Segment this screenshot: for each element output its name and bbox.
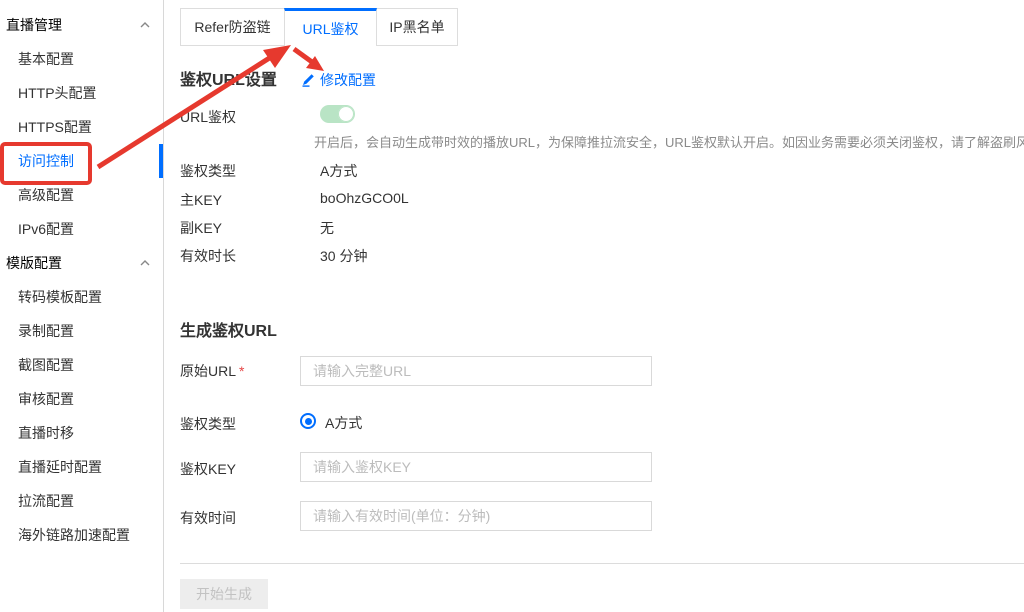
sidebar-item-label: 录制配置	[18, 321, 74, 341]
sidebar-item-label: 截图配置	[18, 355, 74, 375]
valid-time-input[interactable]	[300, 501, 652, 531]
tab-referer-antileech[interactable]: Refer防盗链	[180, 8, 285, 46]
tab-url-auth[interactable]: URL鉴权	[284, 8, 377, 46]
toggle-knob	[338, 106, 354, 122]
backup-key-value: 无	[320, 218, 334, 238]
sidebar-item-label: 访问控制	[18, 151, 74, 171]
sidebar-item-time-shift[interactable]: 直播时移	[0, 416, 163, 450]
original-url-input[interactable]	[300, 356, 652, 386]
auth-type-option-label: A方式	[325, 413, 362, 433]
chevron-up-icon	[139, 19, 151, 31]
validity-duration-label: 有效时长	[180, 246, 236, 266]
sidebar-item-advanced-config[interactable]: 高级配置	[0, 178, 163, 212]
auth-key-input[interactable]	[300, 452, 652, 482]
original-url-label-text: 原始URL	[180, 363, 236, 379]
tab-label: IP黑名单	[389, 17, 444, 37]
sidebar-group-label: 直播管理	[6, 15, 62, 35]
sidebar-item-label: HTTPS配置	[18, 117, 92, 137]
generate-auth-url-title: 生成鉴权URL	[180, 317, 277, 341]
sidebar-item-basic-config[interactable]: 基本配置	[0, 42, 163, 76]
footer-divider	[180, 563, 1024, 564]
valid-time-label: 有效时间	[180, 508, 236, 528]
sidebar: 直播管理 基本配置 HTTP头配置 HTTPS配置 访问控制 高级配置 IPv6…	[0, 0, 164, 612]
annotation-arrow-to-edit-link	[294, 49, 324, 71]
tab-ip-blacklist[interactable]: IP黑名单	[376, 8, 458, 46]
sidebar-item-review-config[interactable]: 审核配置	[0, 382, 163, 416]
radio-dot	[305, 418, 312, 425]
sidebar-item-label: IPv6配置	[18, 219, 74, 239]
auth-type-radio[interactable]	[300, 413, 316, 429]
sidebar-item-label: 直播延时配置	[18, 457, 102, 477]
sidebar-item-label: 高级配置	[18, 185, 74, 205]
auth-type-label: 鉴权类型	[180, 161, 236, 181]
edit-pencil-icon	[301, 73, 315, 87]
main-key-label: 主KEY	[180, 190, 222, 210]
gen-auth-type-label: 鉴权类型	[180, 414, 236, 434]
validity-duration-value: 30 分钟	[320, 246, 367, 266]
sidebar-item-label: 转码模板配置	[18, 287, 102, 307]
auth-key-label: 鉴权KEY	[180, 459, 236, 479]
original-url-label: 原始URL*	[180, 361, 244, 381]
sidebar-group-label: 模版配置	[6, 253, 62, 273]
auth-url-settings-title: 鉴权URL设置	[180, 66, 277, 90]
sidebar-item-transcode-template[interactable]: 转码模板配置	[0, 280, 163, 314]
tab-label: URL鉴权	[302, 19, 358, 39]
main-key-value: boOhzGCO0L	[320, 190, 409, 206]
sidebar-item-screenshot-config[interactable]: 截图配置	[0, 348, 163, 382]
edit-config-label: 修改配置	[320, 70, 376, 90]
sidebar-item-label: HTTP头配置	[18, 83, 97, 103]
tab-label: Refer防盗链	[194, 17, 270, 37]
sidebar-group-template-config[interactable]: 模版配置	[0, 246, 163, 280]
sidebar-item-label: 基本配置	[18, 49, 74, 69]
url-auth-label: URL鉴权	[180, 107, 236, 127]
sidebar-item-label: 直播时移	[18, 423, 74, 443]
chevron-up-icon	[139, 257, 151, 269]
sidebar-item-ipv6-config[interactable]: IPv6配置	[0, 212, 163, 246]
sidebar-item-access-control[interactable]: 访问控制	[0, 144, 163, 178]
sidebar-item-http-header-config[interactable]: HTTP头配置	[0, 76, 163, 110]
sidebar-item-label: 审核配置	[18, 389, 74, 409]
url-auth-toggle[interactable]	[320, 105, 355, 123]
sidebar-item-record-config[interactable]: 录制配置	[0, 314, 163, 348]
auth-type-value: A方式	[320, 161, 357, 181]
url-auth-description: 开启后，会自动生成带时效的播放URL，为保障推拉流安全，URL鉴权默认开启。如因…	[314, 132, 1024, 151]
backup-key-label: 副KEY	[180, 218, 222, 238]
sidebar-item-overseas-acceleration[interactable]: 海外链路加速配置	[0, 518, 163, 552]
sidebar-group-live-management[interactable]: 直播管理	[0, 8, 163, 42]
sidebar-active-indicator	[159, 144, 163, 178]
sidebar-item-https-config[interactable]: HTTPS配置	[0, 110, 163, 144]
generate-button[interactable]: 开始生成	[180, 579, 268, 609]
sidebar-item-label: 拉流配置	[18, 491, 74, 511]
sidebar-item-pull-stream-config[interactable]: 拉流配置	[0, 484, 163, 518]
sidebar-item-label: 海外链路加速配置	[18, 525, 130, 545]
sidebar-item-delay-config[interactable]: 直播延时配置	[0, 450, 163, 484]
tabbar: Refer防盗链 URL鉴权 IP黑名单	[180, 8, 458, 46]
console-page: 直播管理 基本配置 HTTP头配置 HTTPS配置 访问控制 高级配置 IPv6…	[0, 0, 1024, 612]
required-asterisk: *	[239, 363, 244, 379]
edit-config-link[interactable]: 修改配置	[301, 70, 376, 90]
